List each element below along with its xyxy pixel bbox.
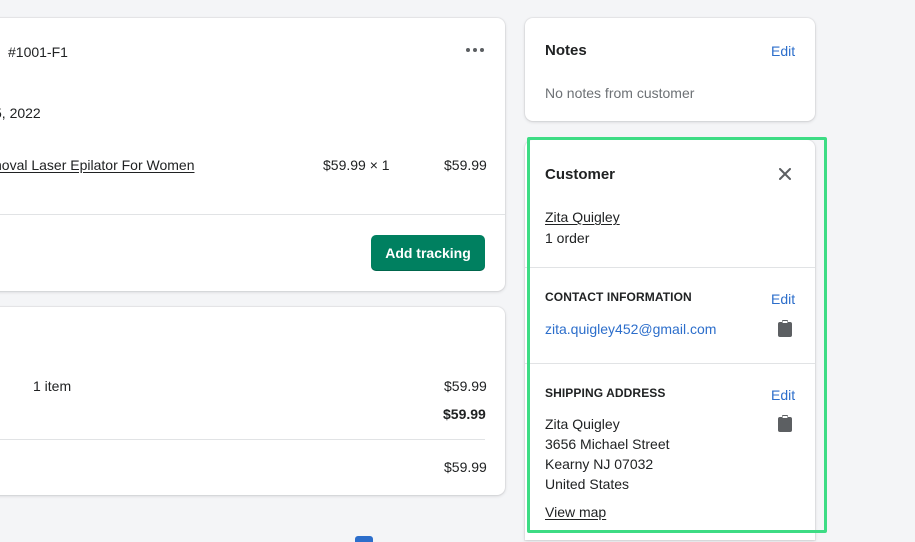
product-link[interactable]: noval Laser Epilator For Women [0, 157, 195, 173]
line-total: $59.99 [444, 157, 487, 173]
fulfillment-date: 5, 2022 [0, 105, 41, 121]
unit-price-quantity: $59.99 × 1 [323, 157, 390, 173]
partial-element [355, 536, 373, 542]
top-card-fragment [0, 0, 506, 2]
payment-paid: $59.99 [444, 459, 487, 475]
copy-address-clipboard-icon[interactable] [775, 413, 795, 433]
payment-items-count: 1 item [33, 378, 72, 394]
customer-divider-1 [525, 267, 815, 268]
address-line-street: 3656 Michael Street [545, 436, 670, 452]
notes-empty-text: No notes from customer [545, 85, 695, 101]
contact-edit-link[interactable]: Edit [771, 291, 795, 307]
fulfillment-divider [0, 214, 505, 215]
add-tracking-button[interactable]: Add tracking [371, 235, 485, 271]
fulfillment-card: #1001-F1 5, 2022 noval Laser Epilator Fo… [0, 18, 505, 291]
copy-email-clipboard-icon[interactable] [775, 318, 795, 338]
payment-divider [0, 439, 485, 440]
shipping-address-heading: SHIPPING ADDRESS [545, 386, 666, 400]
customer-title: Customer [545, 166, 616, 183]
payment-card: 1 item $59.99 $59.99 $59.99 [0, 307, 505, 495]
close-icon[interactable] [774, 163, 796, 185]
address-line-city: Kearny NJ 07032 [545, 456, 654, 472]
customer-card: Customer Zita Quigley 1 order CONTACT IN… [525, 140, 815, 540]
payment-subtotal: $59.99 [444, 378, 487, 394]
customer-name-link[interactable]: Zita Quigley [545, 209, 620, 225]
notes-edit-link[interactable]: Edit [771, 43, 795, 59]
customer-orders-count: 1 order [545, 230, 590, 246]
contact-information-heading: CONTACT INFORMATION [545, 290, 692, 304]
notes-card: Notes Edit No notes from customer [525, 18, 815, 121]
payment-total: $59.99 [443, 406, 486, 422]
customer-divider-2 [525, 363, 815, 364]
customer-email-link[interactable]: zita.quigley452@gmail.com [545, 321, 716, 337]
fulfillment-order-id: #1001-F1 [8, 44, 68, 60]
shipping-edit-link[interactable]: Edit [771, 387, 795, 403]
address-line-country: United States [545, 476, 630, 492]
address-line-name: Zita Quigley [545, 416, 620, 432]
more-actions-icon[interactable] [462, 42, 488, 58]
notes-title: Notes [545, 42, 587, 59]
view-map-link[interactable]: View map [545, 504, 606, 520]
